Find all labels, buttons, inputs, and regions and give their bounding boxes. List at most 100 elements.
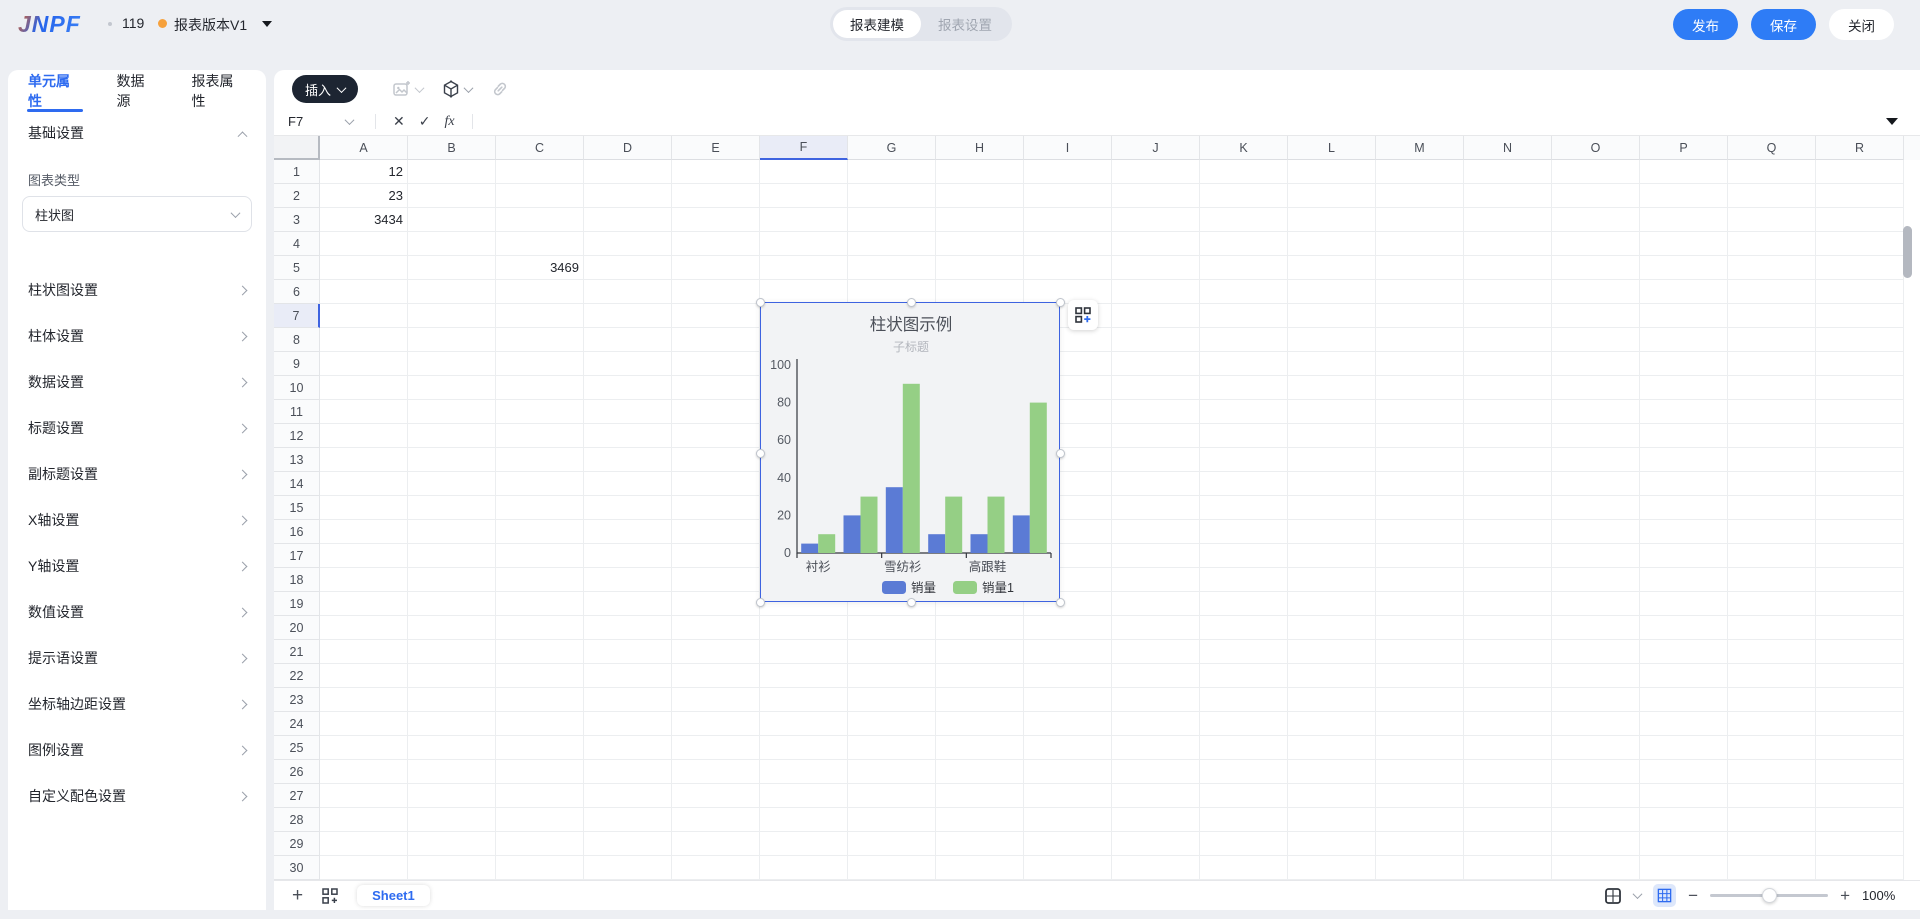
grid-cell-E11[interactable] (672, 400, 760, 424)
grid-cell-B6[interactable] (408, 280, 496, 304)
grid-cell-P21[interactable] (1640, 640, 1728, 664)
grid-cell-M15[interactable] (1376, 496, 1464, 520)
grid-cell-P8[interactable] (1640, 328, 1728, 352)
version-label[interactable]: 报表版本V1 (174, 15, 247, 35)
selection-handle[interactable] (756, 598, 765, 607)
grid-cell-M6[interactable] (1376, 280, 1464, 304)
grid-cell-O2[interactable] (1552, 184, 1640, 208)
grid-cell-O13[interactable] (1552, 448, 1640, 472)
grid-cell-N5[interactable] (1464, 256, 1552, 280)
tab-report-modeling[interactable]: 报表建模 (833, 10, 921, 38)
save-button[interactable]: 保存 (1751, 9, 1816, 40)
grid-cell-C13[interactable] (496, 448, 584, 472)
grid-cell-F20[interactable] (760, 616, 848, 640)
grid-cell-N26[interactable] (1464, 760, 1552, 784)
tab-report-properties[interactable]: 报表属性 (191, 70, 246, 112)
close-button[interactable]: 关闭 (1829, 9, 1894, 40)
grid-cell-H21[interactable] (936, 640, 1024, 664)
column-header-J[interactable]: J (1112, 136, 1200, 160)
grid-cell-M28[interactable] (1376, 808, 1464, 832)
grid-cell-R11[interactable] (1816, 400, 1904, 424)
grid-cell-R25[interactable] (1816, 736, 1904, 760)
column-header-I[interactable]: I (1024, 136, 1112, 160)
grid-cell-F5[interactable] (760, 256, 848, 280)
grid-cell-Q13[interactable] (1728, 448, 1816, 472)
selection-handle[interactable] (756, 298, 765, 307)
grid-cell-M27[interactable] (1376, 784, 1464, 808)
cell-reference-box[interactable]: F7 (288, 114, 346, 129)
grid-cell-E15[interactable] (672, 496, 760, 520)
grid-cell-C12[interactable] (496, 424, 584, 448)
row-header-29[interactable]: 29 (274, 832, 320, 856)
grid-cell-I21[interactable] (1024, 640, 1112, 664)
row-header-23[interactable]: 23 (274, 688, 320, 712)
grid-cell-H22[interactable] (936, 664, 1024, 688)
grid-cell-O21[interactable] (1552, 640, 1640, 664)
grid-cell-M5[interactable] (1376, 256, 1464, 280)
grid-cell-K26[interactable] (1200, 760, 1288, 784)
grid-cell-D4[interactable] (584, 232, 672, 256)
grid-cell-K5[interactable] (1200, 256, 1288, 280)
grid-cell-E17[interactable] (672, 544, 760, 568)
grid-cell-N13[interactable] (1464, 448, 1552, 472)
grid-cell-C10[interactable] (496, 376, 584, 400)
grid-cell-A14[interactable] (320, 472, 408, 496)
grid-cell-Q11[interactable] (1728, 400, 1816, 424)
grid-cell-G5[interactable] (848, 256, 936, 280)
grid-cell-C30[interactable] (496, 856, 584, 880)
grid-cell-P2[interactable] (1640, 184, 1728, 208)
grid-cell-C24[interactable] (496, 712, 584, 736)
grid-cell-F24[interactable] (760, 712, 848, 736)
grid-cell-E26[interactable] (672, 760, 760, 784)
selection-handle[interactable] (1056, 598, 1065, 607)
grid-cell-O1[interactable] (1552, 160, 1640, 184)
grid-cell-F21[interactable] (760, 640, 848, 664)
row-header-24[interactable]: 24 (274, 712, 320, 736)
grid-cell-J4[interactable] (1112, 232, 1200, 256)
row-header-27[interactable]: 27 (274, 784, 320, 808)
grid-cell-R29[interactable] (1816, 832, 1904, 856)
column-header-G[interactable]: G (848, 136, 936, 160)
grid-cell-Q9[interactable] (1728, 352, 1816, 376)
grid-cell-J11[interactable] (1112, 400, 1200, 424)
grid-cell-H1[interactable] (936, 160, 1024, 184)
grid-cell-N14[interactable] (1464, 472, 1552, 496)
grid-cell-C29[interactable] (496, 832, 584, 856)
grid-cell-D26[interactable] (584, 760, 672, 784)
grid-cell-F27[interactable] (760, 784, 848, 808)
grid-cell-E6[interactable] (672, 280, 760, 304)
sheet-list-button[interactable] (321, 887, 339, 905)
grid-cell-A1[interactable]: 12 (320, 160, 408, 184)
grid-cell-M16[interactable] (1376, 520, 1464, 544)
grid-cell-D28[interactable] (584, 808, 672, 832)
grid-cell-P6[interactable] (1640, 280, 1728, 304)
column-header-K[interactable]: K (1200, 136, 1288, 160)
grid-cell-C26[interactable] (496, 760, 584, 784)
zoom-slider[interactable] (1710, 888, 1829, 903)
row-header-28[interactable]: 28 (274, 808, 320, 832)
column-header-Q[interactable]: Q (1728, 136, 1816, 160)
grid-cell-P28[interactable] (1640, 808, 1728, 832)
grid-cell-D20[interactable] (584, 616, 672, 640)
grid-cell-I28[interactable] (1024, 808, 1112, 832)
grid-cell-O19[interactable] (1552, 592, 1640, 616)
grid-cell-O25[interactable] (1552, 736, 1640, 760)
row-header-6[interactable]: 6 (274, 280, 320, 304)
grid-cell-E27[interactable] (672, 784, 760, 808)
grid-cell-P15[interactable] (1640, 496, 1728, 520)
grid-cell-C28[interactable] (496, 808, 584, 832)
grid-cell-I1[interactable] (1024, 160, 1112, 184)
grid-cell-R27[interactable] (1816, 784, 1904, 808)
grid-cell-H26[interactable] (936, 760, 1024, 784)
grid-cell-B10[interactable] (408, 376, 496, 400)
grid-cell-K16[interactable] (1200, 520, 1288, 544)
grid-cell-A24[interactable] (320, 712, 408, 736)
grid-cell-N20[interactable] (1464, 616, 1552, 640)
grid-cell-H4[interactable] (936, 232, 1024, 256)
grid-cell-R8[interactable] (1816, 328, 1904, 352)
grid-cell-N1[interactable] (1464, 160, 1552, 184)
grid-cell-E20[interactable] (672, 616, 760, 640)
grid-cell-L22[interactable] (1288, 664, 1376, 688)
add-chart-widget-button[interactable] (1068, 300, 1098, 330)
grid-cell-P23[interactable] (1640, 688, 1728, 712)
